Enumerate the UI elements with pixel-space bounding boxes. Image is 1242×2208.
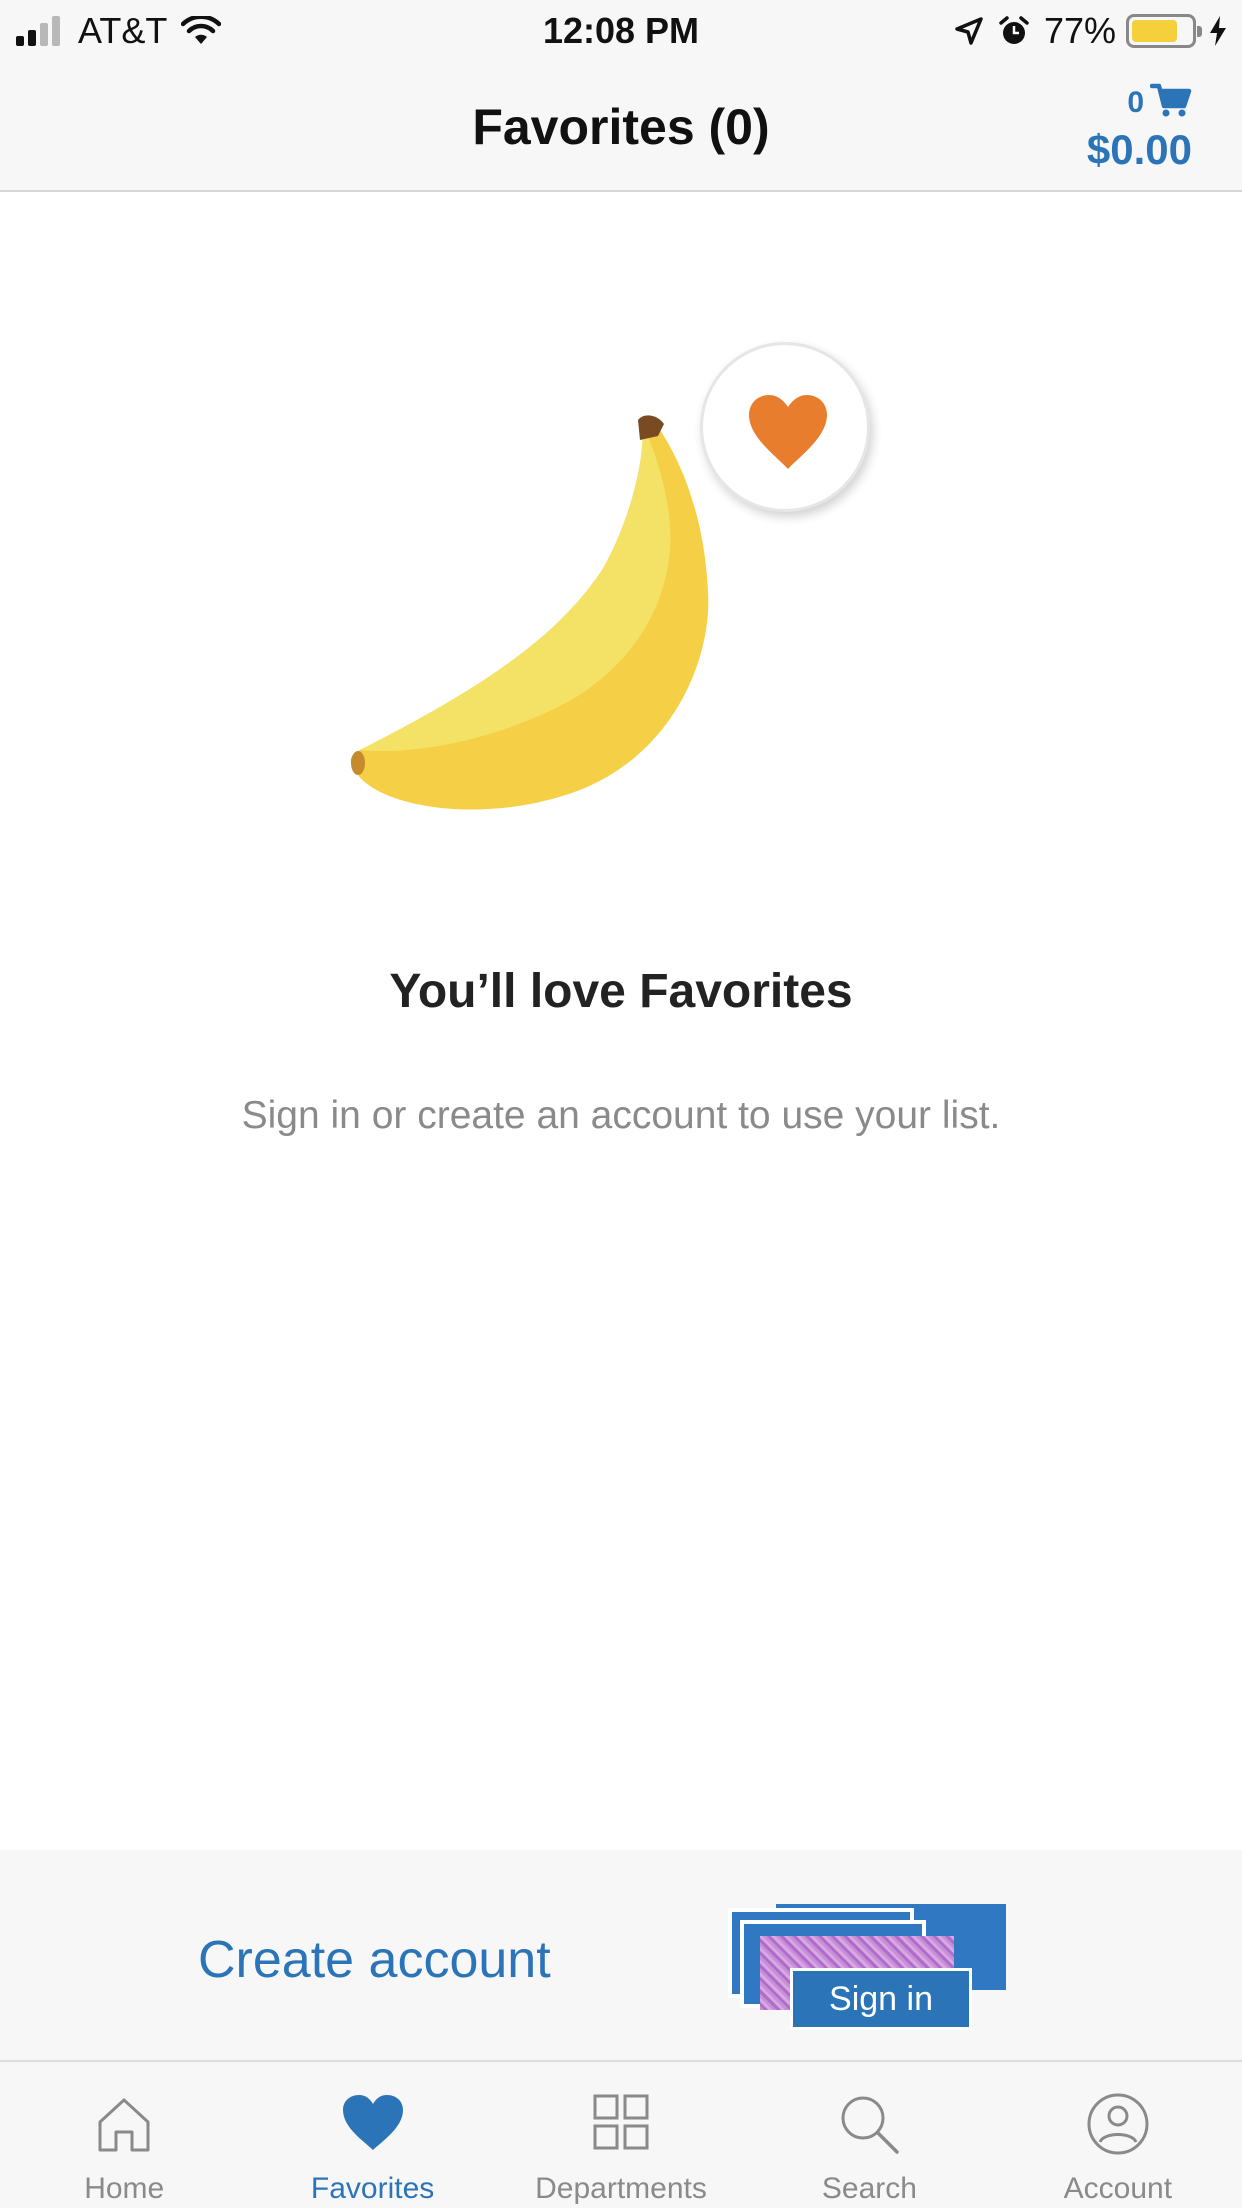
create-account-link[interactable]: Create account xyxy=(198,1930,551,1990)
tab-home[interactable]: Home xyxy=(0,2062,248,2208)
account-icon xyxy=(1087,2093,1149,2155)
cart-total: $0.00 xyxy=(1086,126,1192,173)
alarm-icon xyxy=(999,16,1029,44)
heart-icon xyxy=(342,2095,403,2150)
favorite-badge xyxy=(700,342,870,512)
tab-label-home: Home xyxy=(84,2172,165,2205)
empty-state-message: Sign in or create an account to use your… xyxy=(241,1094,1001,1137)
battery-percent: 77% xyxy=(1043,10,1116,51)
tab-label-search: Search xyxy=(821,2172,917,2205)
tab-label-account: Account xyxy=(1063,2172,1173,2205)
favorites-screen: AT&T 12:08 PM 77% Favorites (0) 0 $0.00 … xyxy=(0,0,1242,2208)
tab-label-departments: Departments xyxy=(535,2172,707,2205)
grid-icon xyxy=(593,2094,649,2150)
location-arrow-icon xyxy=(955,17,983,45)
home-icon xyxy=(98,2098,150,2152)
cart-button[interactable]: 0 $0.00 xyxy=(1052,76,1192,176)
account-action-bar: Create account Sign in xyxy=(0,1850,1242,2060)
sign-in-button[interactable]: Sign in xyxy=(790,1968,972,2030)
sign-in-button-group: Sign in xyxy=(726,1904,1006,2030)
banana-illustration xyxy=(340,330,900,830)
status-right: 77% xyxy=(954,10,1228,52)
cart-icon xyxy=(1150,83,1192,117)
search-icon xyxy=(841,2096,900,2154)
status-bar: AT&T 12:08 PM 77% xyxy=(0,0,1242,62)
tab-account[interactable]: Account xyxy=(994,2062,1242,2208)
empty-state-title: You’ll love Favorites xyxy=(389,965,853,1018)
tab-bar: Home Favorites Departments Search Accoun… xyxy=(0,2060,1242,2208)
cart-count: 0 xyxy=(1127,86,1144,119)
header-bar: Favorites (0) 0 $0.00 xyxy=(0,62,1242,192)
heart-icon xyxy=(749,395,827,469)
tab-search[interactable]: Search xyxy=(745,2062,993,2208)
tab-label-favorites: Favorites xyxy=(310,2172,435,2205)
tab-departments[interactable]: Departments xyxy=(497,2062,745,2208)
banana-icon xyxy=(350,415,709,810)
battery-fill xyxy=(1132,20,1177,42)
battery-icon xyxy=(1126,14,1202,48)
charging-bolt-icon xyxy=(1210,16,1226,46)
tab-favorites[interactable]: Favorites xyxy=(248,2062,496,2208)
